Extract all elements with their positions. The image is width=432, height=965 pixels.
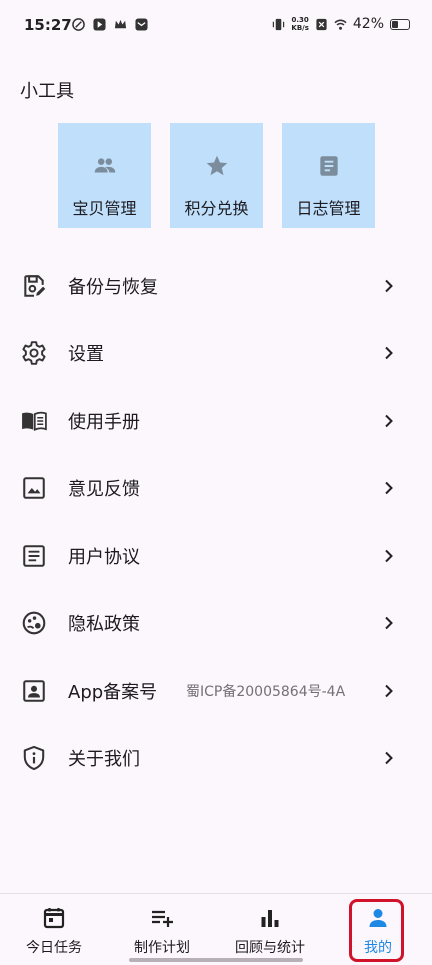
gear-icon — [22, 341, 46, 366]
chevron-right-icon — [385, 549, 393, 562]
tool-baby-management[interactable]: 宝贝管理 — [58, 123, 151, 228]
menu-label: App备案号 — [68, 681, 158, 703]
tool-log-management[interactable]: 日志管理 — [282, 123, 375, 228]
status-time: 15:27 — [24, 16, 72, 34]
network-speed: 0.30 KB/s — [291, 16, 308, 32]
tools-grid: 宝贝管理 积分兑换 日志管理 — [58, 123, 375, 228]
people-icon — [94, 158, 115, 173]
nav-label: 制作计划 — [134, 940, 190, 956]
document-lines-icon — [23, 544, 45, 567]
chevron-right-icon — [385, 617, 393, 630]
nav-label: 我的 — [364, 940, 392, 956]
shield-info-icon — [23, 746, 45, 771]
settings-menu: 备份与恢复 设置 使用手册 意见反馈 用户协议 隐私政策 App备案号 蜀ICP… — [0, 252, 432, 792]
tool-label: 宝贝管理 — [72, 199, 137, 218]
menu-item-backup-restore[interactable]: 备份与恢复 — [0, 252, 432, 320]
tool-label: 日志管理 — [296, 199, 361, 218]
chevron-right-icon — [385, 752, 393, 765]
menu-item-app-filing-number[interactable]: App备案号 蜀ICP备20005864号-4A — [0, 657, 432, 725]
vibrate-icon — [273, 18, 285, 30]
chevron-right-icon — [385, 279, 393, 292]
menu-label: 备份与恢复 — [68, 276, 158, 298]
menu-item-settings[interactable]: 设置 — [0, 320, 432, 388]
chevron-right-icon — [385, 347, 393, 360]
menu-label: 用户协议 — [68, 546, 140, 568]
nav-make-plan[interactable]: 制作计划 — [108, 894, 216, 965]
tools-section-title: 小工具 — [20, 81, 74, 102]
menu-label: 隐私政策 — [68, 614, 140, 636]
crown-icon — [114, 19, 127, 29]
person-icon — [369, 909, 387, 927]
net-speed-unit: KB/s — [291, 24, 309, 32]
status-bar: 15:27 0.30 KB/s 42% — [0, 0, 432, 52]
notification-icons — [72, 18, 148, 31]
menu-label: 设置 — [68, 344, 104, 366]
nav-review-statistics[interactable]: 回顾与统计 — [216, 894, 324, 965]
star-icon — [206, 155, 227, 176]
menu-label: 使用手册 — [68, 411, 140, 433]
net-speed-value: 0.30 — [291, 16, 309, 24]
menu-item-user-agreement[interactable]: 用户协议 — [0, 522, 432, 590]
filing-number: 蜀ICP备20005864号-4A — [186, 683, 346, 700]
menu-item-user-manual[interactable]: 使用手册 — [0, 387, 432, 455]
chevron-right-icon — [385, 482, 393, 495]
bottom-navigation: 今日任务 制作计划 回顾与统计 我的 — [0, 893, 432, 965]
battery-fill — [392, 20, 399, 28]
tool-points-exchange[interactable]: 积分兑换 — [170, 123, 263, 228]
backup-save-icon — [24, 274, 46, 297]
tool-label: 积分兑换 — [184, 199, 249, 218]
document-icon — [319, 156, 338, 176]
privacy-icon — [22, 611, 46, 635]
menu-item-privacy-policy[interactable]: 隐私政策 — [0, 590, 432, 658]
home-indicator[interactable] — [129, 958, 303, 962]
nav-mine[interactable]: 我的 — [324, 894, 432, 965]
leaf-icon — [72, 18, 85, 31]
status-right: 0.30 KB/s 42% — [272, 16, 410, 32]
menu-label: 关于我们 — [68, 749, 140, 771]
nav-label: 回顾与统计 — [235, 940, 305, 956]
chevron-right-icon — [385, 414, 393, 427]
battery-percent: 42% — [352, 16, 384, 32]
calendar-icon — [43, 908, 65, 929]
mail-app-icon — [135, 18, 148, 31]
menu-label: 意见反馈 — [68, 479, 140, 501]
battery-icon — [390, 18, 410, 30]
play-app-icon — [93, 18, 106, 31]
playlist-add-icon — [152, 910, 173, 927]
id-badge-icon — [23, 679, 45, 702]
chevron-right-icon — [385, 684, 393, 697]
wifi-icon — [334, 19, 347, 30]
book-icon — [22, 411, 47, 431]
nav-today-tasks[interactable]: 今日任务 — [0, 894, 108, 965]
image-icon — [23, 477, 45, 500]
no-sim-icon — [316, 18, 327, 30]
menu-item-feedback[interactable]: 意见反馈 — [0, 455, 432, 523]
bar-chart-icon — [261, 910, 279, 927]
nav-label: 今日任务 — [26, 940, 82, 956]
menu-item-about-us[interactable]: 关于我们 — [0, 725, 432, 793]
